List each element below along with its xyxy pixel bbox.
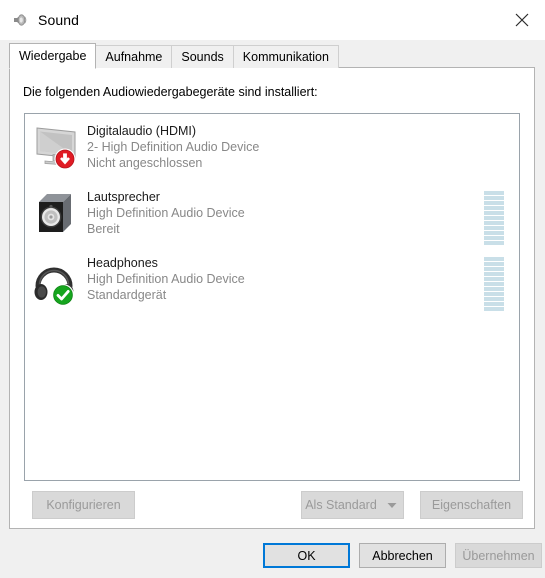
meter-segment — [484, 297, 504, 301]
ok-button[interactable]: OK — [263, 543, 350, 568]
title-bar: Sound — [0, 0, 545, 40]
device-status: Bereit — [87, 222, 120, 236]
meter-segment — [484, 216, 504, 220]
tab-sounds[interactable]: Sounds — [171, 45, 234, 68]
playback-tab-panel: Die folgenden Audiowiedergabegeräte sind… — [9, 67, 535, 529]
meter-segment — [484, 221, 504, 225]
device-name: Headphones — [87, 256, 158, 270]
device-name: Lautsprecher — [87, 190, 160, 204]
window-title: Sound — [38, 12, 79, 28]
cancel-button[interactable]: Abbrechen — [359, 543, 446, 568]
meter-segment — [484, 302, 504, 306]
meter-segment — [484, 236, 504, 240]
meter-segment — [484, 272, 504, 276]
headphones-icon — [31, 252, 81, 308]
meter-segment — [484, 206, 504, 210]
device-status: Nicht angeschlossen — [87, 156, 203, 170]
dialog-footer: OK Abbrechen Übernehmen — [0, 530, 545, 578]
device-text: Digitalaudio (HDMI) 2- High Definition A… — [87, 120, 484, 171]
tab-strip: Wiedergabe Aufnahme Sounds Kommunikation — [9, 43, 339, 69]
meter-segment — [484, 211, 504, 215]
meter-segment — [484, 196, 504, 200]
speaker-box-icon — [31, 186, 81, 242]
speaker-icon — [10, 10, 30, 30]
panel-instruction: Die folgenden Audiowiedergabegeräte sind… — [23, 85, 318, 99]
apply-button[interactable]: Übernehmen — [455, 543, 542, 568]
meter-segment — [484, 267, 504, 271]
device-driver: 2- High Definition Audio Device — [87, 140, 260, 154]
meter-segment — [484, 287, 504, 291]
monitor-icon — [31, 120, 81, 176]
volume-meter — [484, 191, 504, 246]
device-text: Lautsprecher High Definition Audio Devic… — [87, 186, 484, 237]
set-default-button-label: Als Standard — [305, 498, 377, 512]
list-item[interactable]: Headphones High Definition Audio Device … — [25, 246, 519, 312]
tab-kommunikation[interactable]: Kommunikation — [232, 45, 339, 68]
meter-segment — [484, 292, 504, 296]
tab-aufnahme[interactable]: Aufnahme — [95, 45, 173, 68]
meter-segment — [484, 282, 504, 286]
device-list[interactable]: Digitalaudio (HDMI) 2- High Definition A… — [24, 113, 520, 481]
panel-action-buttons: Konfigurieren Als Standard Eigenschaften — [10, 491, 534, 521]
device-driver: High Definition Audio Device — [87, 272, 245, 286]
meter-segment — [484, 191, 504, 195]
meter-segment — [484, 241, 504, 245]
meter-segment — [484, 262, 504, 266]
configure-button[interactable]: Konfigurieren — [32, 491, 135, 519]
close-icon[interactable] — [499, 0, 545, 40]
device-name: Digitalaudio (HDMI) — [87, 124, 197, 138]
set-default-split-button[interactable]: Als Standard — [301, 491, 404, 519]
meter-segment — [484, 277, 504, 281]
volume-meter — [484, 257, 504, 312]
properties-button[interactable]: Eigenschaften — [420, 491, 523, 519]
meter-segment — [484, 231, 504, 235]
device-driver: High Definition Audio Device — [87, 206, 245, 220]
meter-segment — [484, 257, 504, 261]
device-text: Headphones High Definition Audio Device … — [87, 252, 484, 303]
meter-segment — [484, 201, 504, 205]
chevron-down-icon[interactable] — [381, 502, 403, 509]
tab-wiedergabe[interactable]: Wiedergabe — [9, 43, 97, 69]
device-status: Standardgerät — [87, 288, 167, 302]
meter-segment — [484, 226, 504, 230]
list-item[interactable]: Digitalaudio (HDMI) 2- High Definition A… — [25, 114, 519, 180]
list-item[interactable]: Lautsprecher High Definition Audio Devic… — [25, 180, 519, 246]
meter-segment — [484, 307, 504, 311]
